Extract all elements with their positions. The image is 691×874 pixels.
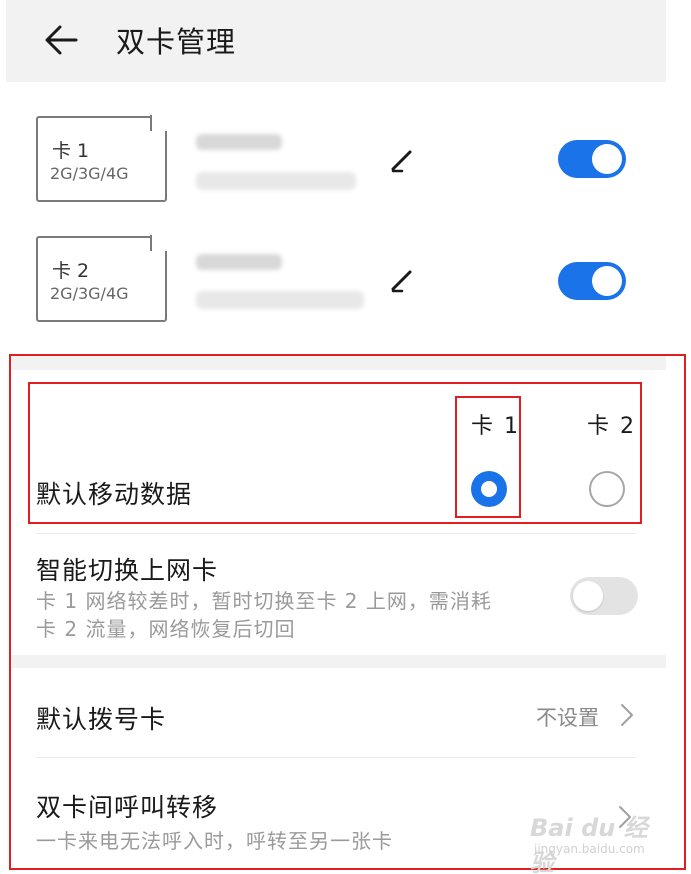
sim-card-1-name-redacted[interactable] [196,134,282,150]
default-dial-value: 不设置 [536,706,599,730]
pencil-icon[interactable] [390,148,416,174]
sim-card-2-name-redacted[interactable] [196,254,282,270]
sim-card-2-icon: 卡 2 2G/3G/4G [36,235,168,322]
section-separator [12,655,666,668]
watermark-url: jingyan.baidu.com [534,842,645,856]
default-data-label: 默认移动数据 [36,480,193,509]
default-data-card1-radio[interactable] [471,471,507,507]
pencil-icon[interactable] [390,268,416,294]
sim-card-2-slot: 卡 2 [52,260,90,282]
column-card-2: 卡 2 [587,414,636,439]
page-title: 双卡管理 [116,25,237,59]
sim-card-1-number-redacted [196,172,356,190]
sim-card-1-network: 2G/3G/4G [50,164,129,183]
sim-card-2-network: 2G/3G/4G [50,284,129,303]
call-forward-label: 双卡间呼叫转移 [36,793,219,822]
arrow-left-icon[interactable] [44,22,80,58]
smart-switch-description-line2: 卡 2 流量，网络恢复后切回 [36,617,296,641]
watermark-brand: Bai du 经验 [530,814,648,874]
smart-switch-description-line1: 卡 1 网络较差时，暂时切换至卡 2 上网，需消耗 [36,589,492,613]
call-forward-description: 一卡来电无法呼入时，呼转至另一张卡 [36,829,393,853]
divider [36,533,636,534]
sim-card-1-slot: 卡 1 [52,140,90,162]
sim-card-1-icon: 卡 1 2G/3G/4G [36,115,168,202]
default-dial-label: 默认拨号卡 [36,705,167,734]
smart-switch-label: 智能切换上网卡 [36,556,219,585]
sim-card-2-toggle[interactable] [558,262,626,300]
column-card-1: 卡 1 [471,414,520,439]
smart-switch-toggle[interactable] [570,577,638,615]
top-bar: 双卡管理 [6,0,666,82]
default-data-card2-radio[interactable] [589,471,625,507]
sim-card-2-number-redacted [196,291,364,309]
chevron-right-icon [621,704,633,726]
baidu-watermark-logo: Bai du 经验 jingyan.baidu.com [530,800,660,874]
sim-card-1-toggle[interactable] [558,140,626,178]
